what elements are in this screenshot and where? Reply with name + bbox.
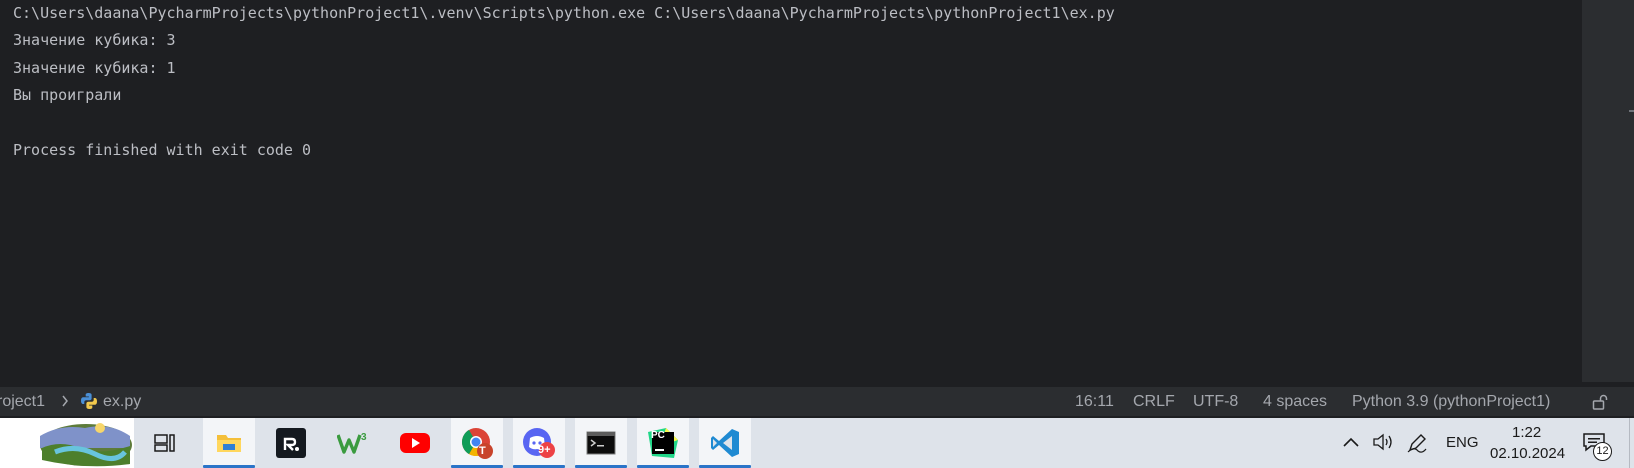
breadcrumb-file[interactable]: ex.py	[103, 393, 141, 411]
taskbar-pycharm[interactable]: PC	[637, 418, 689, 468]
python-file-icon	[81, 393, 97, 409]
show-desktop-button[interactable]	[1629, 418, 1630, 468]
taskbar-youtube[interactable]	[389, 418, 441, 468]
cursor-position[interactable]: 16:11	[1075, 393, 1114, 411]
svg-text:3: 3	[361, 432, 367, 443]
taskbar-terminal[interactable]	[575, 418, 627, 468]
taskbar-rutube[interactable]	[265, 418, 317, 468]
lock-icon[interactable]	[1591, 393, 1609, 411]
console-line: Значение кубика: 1	[13, 58, 176, 77]
w3-icon: 3	[337, 432, 367, 454]
discord-unread-badge: 9+	[538, 444, 551, 456]
console-line-command: C:\Users\daana\PycharmProjects\pythonPro…	[13, 4, 1115, 22]
chevron-right-icon	[62, 395, 68, 407]
breadcrumb-project[interactable]: roject1	[0, 393, 45, 411]
indent-setting[interactable]: 4 spaces	[1263, 393, 1327, 411]
input-language[interactable]: ENG	[1446, 434, 1479, 451]
taskbar-chrome[interactable]: T	[451, 418, 503, 468]
pen-icon[interactable]	[1406, 432, 1428, 454]
scroll-marker	[1629, 110, 1634, 112]
python-interpreter[interactable]: Python 3.9 (pythonProject1)	[1352, 393, 1550, 411]
console-scrollbar[interactable]	[1582, 0, 1634, 382]
start-button[interactable]	[0, 418, 134, 468]
landscape-wallpaper-icon	[40, 423, 132, 467]
file-encoding[interactable]: UTF-8	[1193, 393, 1238, 411]
chevron-up-icon[interactable]	[1342, 436, 1360, 448]
console-output: C:\Users\daana\PycharmProjects\pythonPro…	[13, 4, 1115, 168]
clock-time[interactable]: 1:22	[1512, 424, 1541, 441]
volume-icon[interactable]	[1372, 433, 1394, 451]
console-line-exit: Process finished with exit code 0	[13, 140, 312, 159]
line-separator[interactable]: CRLF	[1133, 393, 1175, 411]
folder-icon	[217, 435, 241, 452]
taskbar-w3[interactable]: 3	[327, 418, 379, 468]
console-line-empty	[13, 114, 1115, 141]
console-line: Значение кубика: 3	[13, 31, 176, 50]
chrome-icon	[462, 428, 493, 459]
task-view-icon	[154, 434, 175, 452]
rutube-icon	[276, 428, 306, 458]
taskbar-file-explorer[interactable]	[203, 418, 255, 468]
taskbar-discord[interactable]: 9+	[513, 418, 565, 468]
taskbar-vscode[interactable]	[699, 418, 751, 468]
youtube-icon	[400, 433, 430, 453]
pycharm-label: PC	[651, 430, 665, 441]
clock-date[interactable]: 02.10.2024	[1490, 445, 1565, 462]
windows-taskbar: 3 T 9+ PC ENG 1:22 02.10.2024 12	[0, 418, 1634, 468]
console-line: Вы проиграли	[13, 86, 122, 105]
vscode-icon	[711, 429, 739, 457]
run-console[interactable]: C:\Users\daana\PycharmProjects\pythonPro…	[0, 0, 1634, 382]
chrome-profile-badge: T	[479, 445, 486, 457]
task-view-button[interactable]	[139, 418, 191, 468]
ide-status-bar: roject1 ex.py 16:11 CRLF UTF-8 4 spaces …	[0, 386, 1634, 416]
terminal-icon	[586, 431, 616, 455]
notification-count: 12	[1593, 442, 1612, 461]
